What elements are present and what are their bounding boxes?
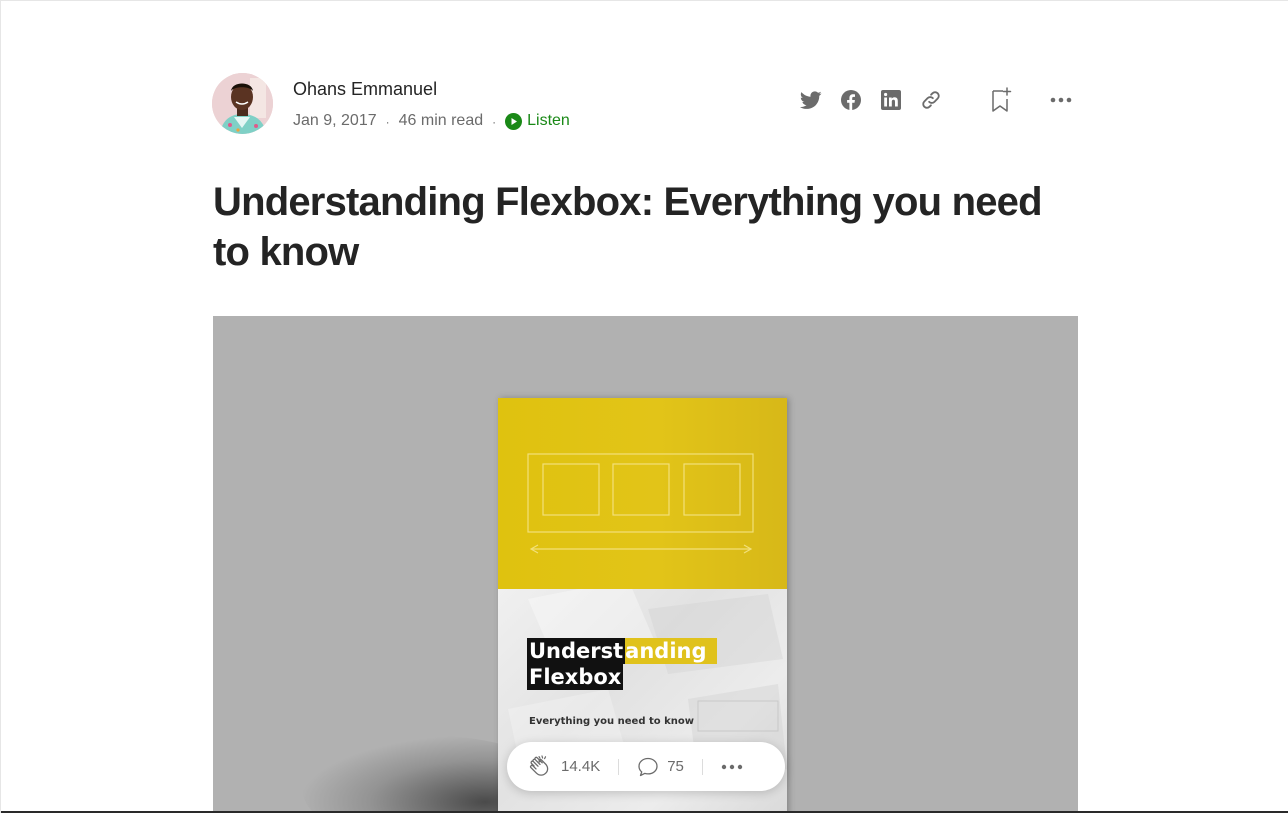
- responses-button[interactable]: 75: [637, 756, 684, 778]
- play-circle-icon: [505, 112, 523, 130]
- comment-icon: [638, 757, 658, 776]
- more-options-button[interactable]: [1048, 87, 1074, 113]
- flex-container-illustration: [527, 453, 754, 554]
- facebook-icon: [841, 90, 861, 110]
- share-actions: [798, 87, 1074, 113]
- linkedin-share-button[interactable]: [878, 87, 904, 113]
- floating-action-bar: 14.4K 75: [507, 742, 785, 791]
- read-time: 46 min read: [398, 112, 484, 129]
- clap-count: 14.4K: [561, 758, 601, 775]
- twitter-share-button[interactable]: [798, 87, 824, 113]
- copy-link-button[interactable]: [918, 87, 944, 113]
- more-actions-button[interactable]: [721, 764, 743, 770]
- article-page: Ohans Emmanuel Jan 9, 2017 · 46 min read…: [0, 0, 1288, 813]
- author-name[interactable]: Ohans Emmanuel: [293, 79, 437, 100]
- author-avatar[interactable]: [212, 73, 273, 134]
- link-icon: [922, 91, 940, 109]
- publish-date: Jan 9, 2017: [293, 112, 377, 129]
- clap-button[interactable]: 14.4K: [527, 754, 600, 780]
- book-cover-top: [498, 398, 787, 589]
- article-title: Understanding Flexbox: Everything you ne…: [213, 180, 1043, 274]
- book-title-part1: Underst: [527, 638, 626, 664]
- clap-icon: [529, 754, 549, 776]
- linkedin-icon: [881, 90, 901, 110]
- article-meta: Jan 9, 2017 · 46 min read · Listen: [293, 112, 570, 130]
- twitter-icon: [800, 90, 822, 109]
- listen-button[interactable]: Listen: [505, 112, 570, 130]
- response-count: 75: [667, 758, 684, 775]
- bar-divider: [701, 758, 703, 775]
- book-title-part2: anding: [625, 638, 717, 664]
- book-title: Underst anding Flexbox: [527, 638, 717, 690]
- listen-label: Listen: [527, 112, 570, 129]
- more-horizontal-icon: [1050, 97, 1072, 103]
- book-title-line2: Flexbox: [527, 664, 624, 690]
- bookmark-button[interactable]: [988, 87, 1014, 113]
- meta-separator: ·: [385, 115, 390, 129]
- book-subtitle: Everything you need to know: [529, 716, 694, 727]
- hero-image: Underst anding Flexbox Everything you nee…: [213, 316, 1078, 813]
- bookmark-add-icon: [992, 87, 1012, 112]
- more-horizontal-icon: [721, 764, 743, 769]
- facebook-share-button[interactable]: [838, 87, 864, 113]
- meta-separator: ·: [492, 115, 497, 129]
- bar-divider: [618, 758, 620, 775]
